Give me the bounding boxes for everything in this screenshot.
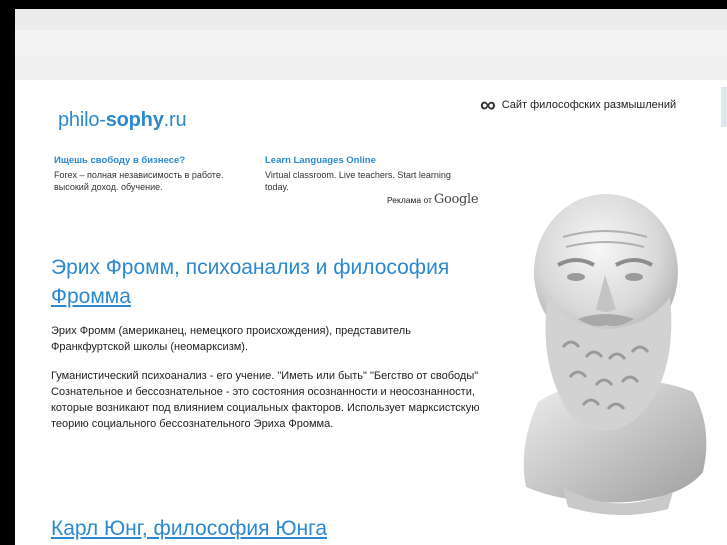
ad-credit-label: Реклама от xyxy=(387,195,432,205)
article-title-jung-link[interactable]: Карл Юнг, философия Юнга xyxy=(51,517,327,540)
ad-credit[interactable]: Реклама от Google xyxy=(387,192,479,207)
top-band-lower xyxy=(15,56,727,80)
article-title-jung[interactable]: Карл Юнг, философия Юнга xyxy=(51,514,481,543)
ad-title-1[interactable]: Ищешь свободу в бизнесе? xyxy=(54,155,254,167)
article-paragraph-2: Гуманистический психоанализ - его учение… xyxy=(51,370,479,382)
ad-block-2[interactable]: Learn Languages Online Virtual classroom… xyxy=(265,155,465,193)
top-band-middle xyxy=(15,30,727,56)
logo-part1: philo- xyxy=(58,109,106,131)
article-jung: Карл Юнг, философия Юнга xyxy=(51,514,481,543)
philosopher-bust-image xyxy=(523,194,707,516)
google-logo: Google xyxy=(433,192,479,207)
site-tagline: ∞ Сайт философских размышлений xyxy=(480,92,677,117)
ad-title-2[interactable]: Learn Languages Online xyxy=(265,155,465,167)
tagline-text: Сайт философских размышлений xyxy=(501,99,677,111)
ad-text-2: Virtual classroom. Live teachers. Start … xyxy=(265,170,451,192)
ad-text-1: Forex – полная независимость в работе. в… xyxy=(54,170,224,192)
article-paragraph-1: Эрих Фромм (американец, немецкого происх… xyxy=(51,325,411,353)
article-paragraph-3: Сознательное и бессознательное - это сос… xyxy=(51,386,480,430)
site-logo[interactable]: philo-sophy.ru xyxy=(58,109,187,132)
edge-accent xyxy=(721,87,727,127)
article-title-fromm[interactable]: Эрих Фромм, психоанализ и философия Фром… xyxy=(51,253,481,311)
article-fromm: Эрих Фромм, психоанализ и философия Фром… xyxy=(51,253,481,445)
page: philo-sophy.ru ∞ Сайт философских размыш… xyxy=(15,9,727,545)
top-band xyxy=(15,9,727,30)
article-title-fromm-line1[interactable]: Эрих Фромм, психоанализ и философия xyxy=(51,256,449,279)
logo-part2: sophy xyxy=(105,109,164,131)
ad-block-1[interactable]: Ищешь свободу в бизнесе? Forex – полная … xyxy=(54,155,254,193)
infinity-icon: ∞ xyxy=(480,92,496,117)
logo-part3: .ru xyxy=(163,109,187,131)
article-title-fromm-line2[interactable]: Фромма xyxy=(51,285,131,308)
